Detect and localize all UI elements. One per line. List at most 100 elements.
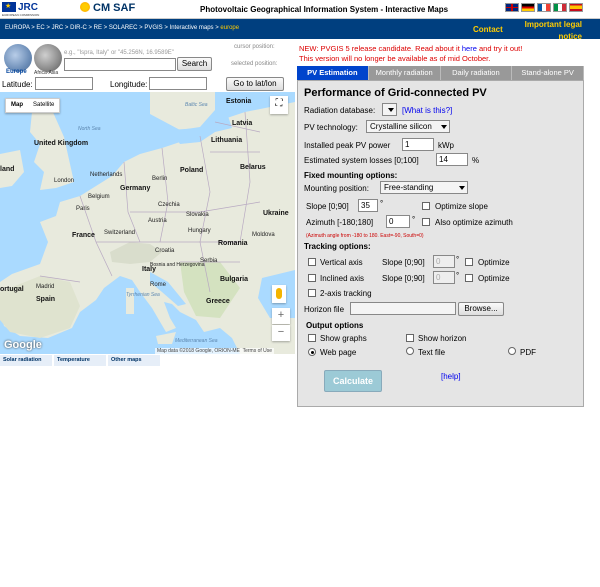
azimuth-note: (Azimuth angle from -180 to 180. East=-9… — [306, 233, 424, 239]
map-label-portugal: ortugal — [0, 286, 24, 293]
uk-flag-icon[interactable] — [505, 3, 519, 12]
mounting-position-select[interactable]: Free-standing — [380, 181, 468, 194]
system-losses-input[interactable]: 14 — [436, 153, 468, 166]
breadcrumb-item[interactable]: DIR-C — [70, 25, 87, 31]
map-type-satellite-button[interactable]: Satellite — [28, 99, 59, 112]
pv-estimation-form: Performance of Grid-connected PV Radiati… — [297, 80, 584, 407]
search-button[interactable]: Search — [177, 57, 212, 71]
tab-stand-alone-pv[interactable]: Stand-alone PV — [512, 66, 584, 80]
map-label-baltic-sea: Baltic Sea — [185, 102, 208, 108]
map-view[interactable]: Estonia Baltic Sea North Sea Latvia Lith… — [0, 92, 295, 354]
breadcrumb-item[interactable]: RE — [94, 25, 102, 31]
what-is-this-link[interactable]: [What is this?] — [402, 106, 452, 115]
slope-degree-symbol: ° — [380, 199, 384, 208]
tab-monthly-radiation[interactable]: Monthly radiation — [368, 66, 441, 80]
two-axis-checkbox[interactable] — [308, 289, 316, 297]
breadcrumb-item[interactable]: JRC — [52, 25, 64, 31]
map-data-credit: Map data ©2018 Google, ORION-ME — [157, 348, 240, 354]
show-graphs-label: Show graphs — [320, 334, 367, 343]
eu-flag-icon — [2, 2, 16, 12]
news-here-link[interactable]: here — [462, 44, 477, 53]
contact-link[interactable]: Contact — [473, 25, 503, 34]
search-input[interactable] — [64, 58, 176, 71]
map-label-paris: Paris — [76, 206, 90, 212]
map-label-italy: Italy — [142, 266, 157, 273]
radiation-db-select[interactable] — [382, 103, 397, 116]
latitude-input[interactable] — [35, 77, 93, 90]
peak-power-input[interactable]: 1 — [402, 138, 434, 151]
map-label-ukraine: Ukraine — [263, 210, 289, 217]
africa-asia-label[interactable]: Africa-Asia — [34, 70, 58, 76]
jrc-logo[interactable]: JRC EUROPEAN COMMISSION — [2, 2, 42, 17]
language-flags — [505, 3, 583, 12]
inclined-axis-degree-symbol: ° — [456, 271, 460, 280]
calculate-button[interactable]: Calculate — [324, 370, 382, 392]
optimize-slope-checkbox[interactable] — [422, 202, 430, 210]
map-type-map-button[interactable]: Map — [6, 99, 28, 112]
germany-flag-icon[interactable] — [521, 3, 535, 12]
cmsaf-logo[interactable]: CM SAF — [80, 2, 135, 14]
zoom-out-button[interactable]: − — [272, 325, 290, 341]
tab-other-maps[interactable]: Other maps — [108, 355, 160, 366]
slope-input[interactable]: 35 — [358, 199, 378, 212]
azimuth-input[interactable]: 0 — [386, 215, 410, 228]
map-label-rome: Rome — [150, 282, 167, 288]
map-layer-tabs: Solar radiation Temperature Other maps — [0, 355, 160, 366]
map-label-latvia: Latvia — [232, 120, 253, 127]
breadcrumb-item[interactable]: EUROPA — [5, 25, 30, 31]
show-horizon-checkbox[interactable] — [406, 334, 414, 342]
vertical-axis-slope-input[interactable]: 0 — [433, 255, 455, 268]
italy-flag-icon[interactable] — [553, 3, 567, 12]
vertical-axis-checkbox[interactable] — [308, 258, 316, 266]
street-view-pegman-icon[interactable] — [272, 285, 286, 303]
europe-globe-icon[interactable] — [4, 44, 32, 72]
chevron-down-icon — [388, 108, 394, 112]
web-page-label: Web page — [320, 348, 357, 357]
map-label-hungary: Hungary — [188, 228, 211, 234]
breadcrumb-item[interactable]: Interactive maps — [170, 25, 214, 31]
radiation-db-label: Radiation database: — [304, 106, 376, 115]
map-label-belarus: Belarus — [240, 164, 266, 171]
breadcrumb-item[interactable]: PVGIS — [144, 25, 162, 31]
longitude-input[interactable] — [149, 77, 207, 90]
navbar: EUROPA > EC > JRC > DIR-C > RE > SOLAREC… — [0, 19, 600, 41]
optimize-azimuth-label: Also optimize azimuth — [435, 218, 513, 227]
pv-technology-select[interactable]: Crystalline silicon — [366, 120, 450, 133]
fixed-mounting-heading: Fixed mounting options: — [304, 171, 398, 180]
text-file-radio[interactable] — [406, 347, 414, 355]
show-graphs-checkbox[interactable] — [308, 334, 316, 342]
breadcrumb-item[interactable]: SOLAREC — [109, 25, 138, 31]
pdf-radio[interactable] — [508, 347, 516, 355]
africa-asia-globe-icon[interactable] — [34, 44, 62, 72]
breadcrumb-item[interactable]: EC — [36, 25, 44, 31]
sun-icon — [80, 2, 90, 12]
help-link[interactable]: [help] — [441, 372, 461, 381]
terms-of-use-link[interactable]: Terms of Use — [243, 348, 272, 354]
map-label-ireland: land — [0, 166, 15, 173]
tab-pv-estimation[interactable]: PV Estimation — [297, 66, 369, 80]
tab-temperature[interactable]: Temperature — [54, 355, 106, 366]
legal-notice-link[interactable]: Important legal notice — [520, 19, 582, 43]
browse-button[interactable]: Browse... — [458, 302, 504, 316]
horizon-file-input[interactable] — [350, 302, 456, 315]
tracking-heading: Tracking options: — [304, 242, 371, 251]
vertical-axis-optimize-checkbox[interactable] — [465, 258, 473, 266]
optimize-azimuth-checkbox[interactable] — [422, 218, 430, 226]
tab-solar-radiation[interactable]: Solar radiation — [0, 355, 52, 366]
map-label-bulgaria: Bulgaria — [220, 276, 249, 283]
tab-daily-radiation[interactable]: Daily radiation — [440, 66, 513, 80]
calculation-tabs: PV Estimation Monthly radiation Daily ra… — [297, 66, 584, 80]
map-label-czechia: Czechia — [158, 202, 180, 208]
inclined-axis-slope-input[interactable]: 0 — [433, 271, 455, 284]
fullscreen-icon[interactable]: ⛶ — [270, 96, 288, 114]
chevron-down-icon — [459, 186, 465, 190]
spain-flag-icon[interactable] — [569, 3, 583, 12]
france-flag-icon[interactable] — [537, 3, 551, 12]
inclined-axis-checkbox[interactable] — [308, 274, 316, 282]
goto-latlon-button[interactable]: Go to lat/lon — [226, 77, 284, 91]
map-attribution: Map data ©2018 Google, ORION-ME Terms of… — [155, 348, 275, 354]
europe-label[interactable]: Europe — [6, 69, 27, 75]
zoom-in-button[interactable]: + — [272, 308, 290, 324]
web-page-radio[interactable] — [308, 348, 316, 356]
inclined-axis-optimize-checkbox[interactable] — [465, 274, 473, 282]
